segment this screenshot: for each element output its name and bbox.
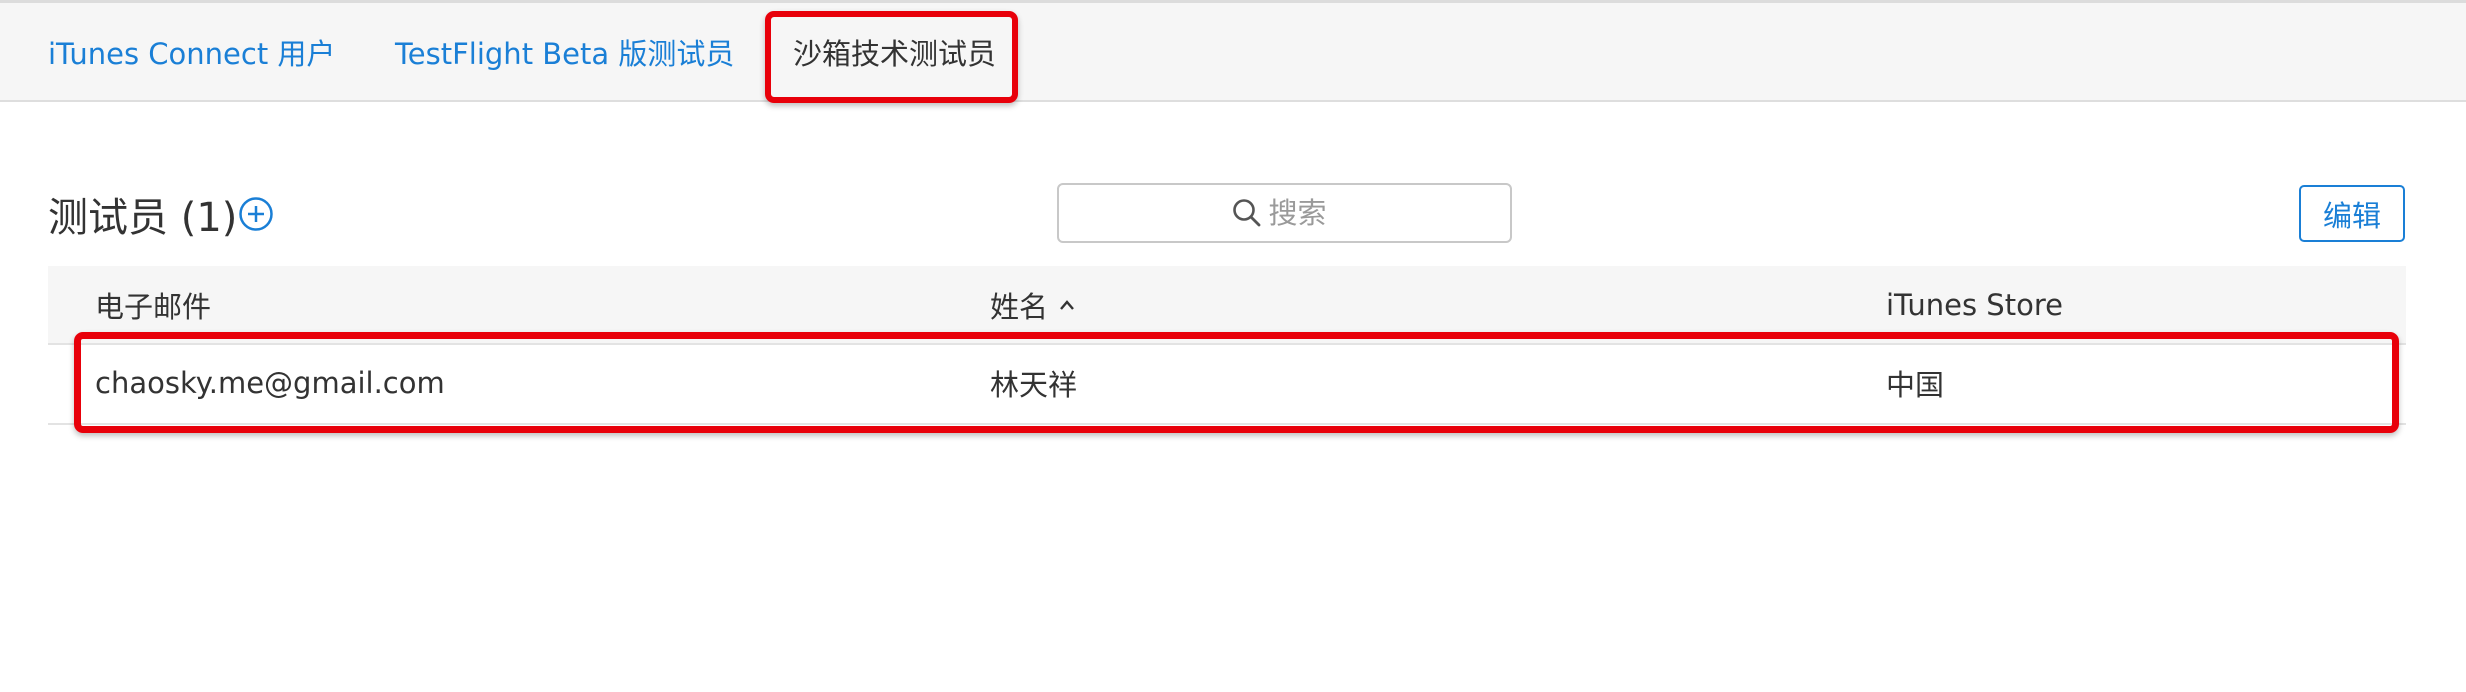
column-header-email[interactable]: 电子邮件 [95, 266, 211, 343]
tab-bar: iTunes Connect 用户 TestFlight Beta 版测试员 沙… [0, 3, 2466, 102]
page-title: 测试员 (1) [48, 195, 238, 241]
magnifier-icon [1232, 199, 1260, 227]
edit-button[interactable]: 编辑 [2299, 185, 2405, 242]
cell-itunes-store: 中国 [1886, 368, 1945, 402]
cell-name: 林天祥 [990, 368, 1078, 402]
table-header: 电子邮件 姓名 iTunes Store [48, 266, 2406, 345]
tab-testflight-beta-testers[interactable]: TestFlight Beta 版测试员 [395, 3, 734, 100]
tab-itunes-connect-users[interactable]: iTunes Connect 用户 [48, 3, 335, 100]
sort-ascending-icon [1060, 299, 1074, 310]
search-field[interactable] [1057, 183, 1512, 243]
plus-circle-icon[interactable] [238, 196, 274, 232]
column-header-name[interactable]: 姓名 [990, 266, 1076, 343]
column-header-name-label: 姓名 [990, 289, 1049, 324]
column-header-itunes-store[interactable]: iTunes Store [1886, 266, 2063, 343]
cell-email: chaosky.me@gmail.com [95, 366, 445, 400]
table-row[interactable]: chaosky.me@gmail.com 林天祥 中国 [48, 343, 2406, 425]
search-input[interactable] [1268, 196, 1339, 230]
tab-sandbox-testers[interactable]: 沙箱技术测试员 [793, 3, 996, 100]
